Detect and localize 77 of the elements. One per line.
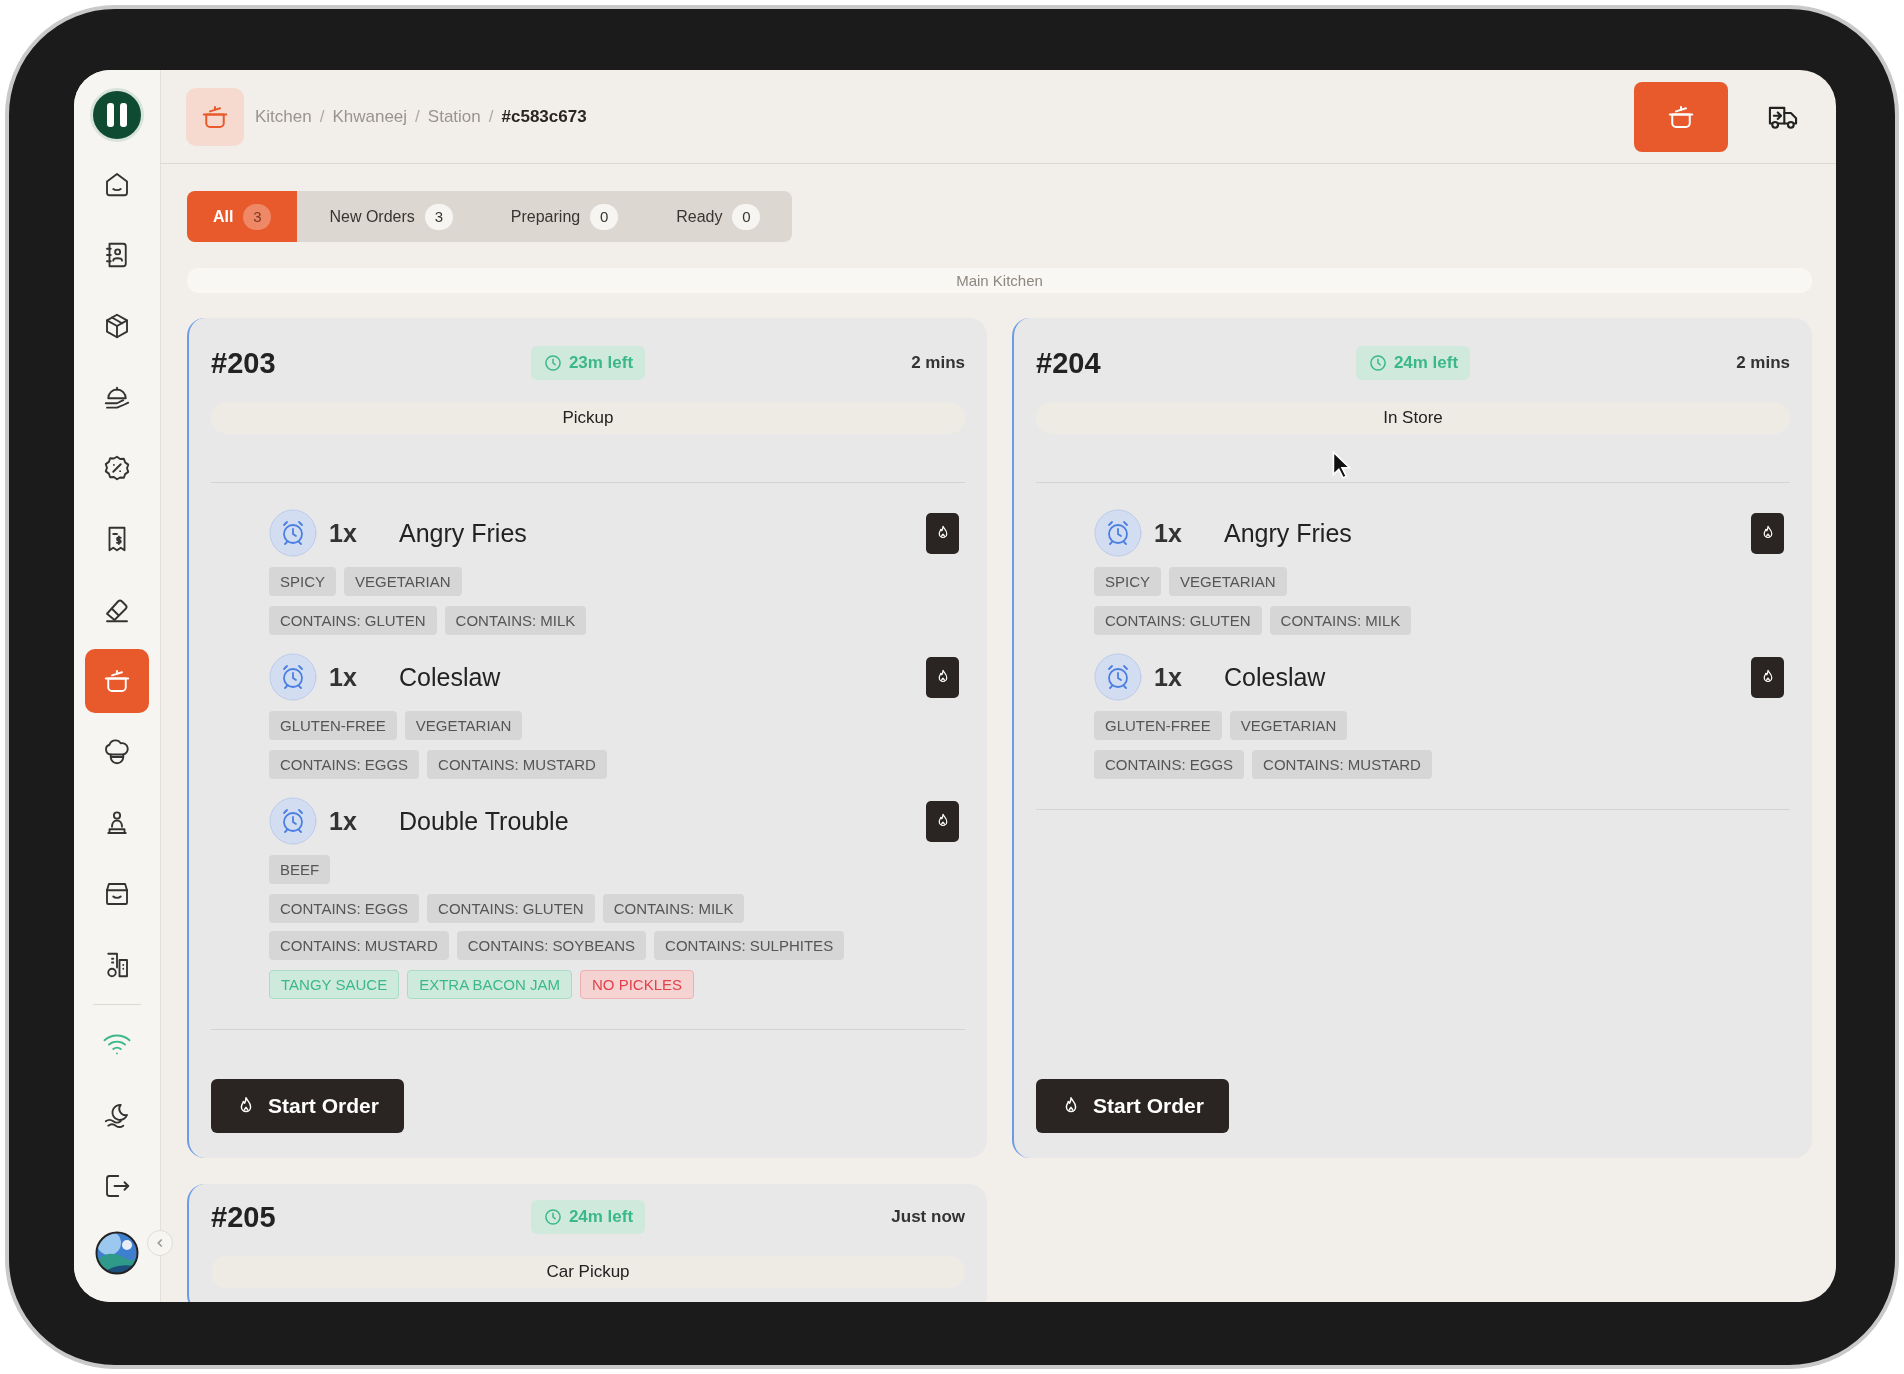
fire-button[interactable] [926,800,959,842]
section-header: Main Kitchen [187,268,1812,293]
allergen-tag: CONTAINS: MUSTARD [427,750,607,779]
item-name: Coleslaw [1224,662,1327,692]
item-quantity: 1x [329,518,358,548]
diet-tag: VEGETARIAN [344,567,462,596]
order-age: Just now [891,1207,965,1227]
service-type-label: Pickup [211,402,965,434]
diet-tag: VEGETARIAN [1169,567,1287,596]
fire-button[interactable] [1751,656,1784,698]
item-quantity: 1x [1154,518,1183,548]
diet-tag: GLUTEN-FREE [1094,711,1222,740]
diet-tag: VEGETARIAN [1229,711,1348,740]
item-quantity: 1x [329,662,358,692]
diet-tag: SPICY [269,567,336,596]
alarm-clock-icon [269,509,317,557]
diet-tag: BEEF [269,855,331,884]
time-left-badge: 24m left [530,1200,646,1234]
filter-tab[interactable]: Ready 0 [650,191,787,242]
allergen-tag: CONTAINS: EGGS [269,894,420,923]
allergen-tag: CONTAINS: EGGS [269,750,420,779]
breadcrumb-current: #c583c673 [501,106,587,127]
fire-button[interactable] [926,656,959,698]
filter-tab[interactable]: All 3 [187,191,298,242]
item-name: Coleslaw [399,662,502,692]
breadcrumb-separator: / [488,106,494,127]
alarm-clock-icon [269,653,317,701]
modifier-tag: NO PICKLES [580,970,695,999]
logo-icon [93,91,141,139]
allergen-tag: CONTAINS: EGGS [1094,750,1245,779]
allergen-tag: CONTAINS: MILK [444,606,587,635]
kitchen-button[interactable] [1634,81,1728,152]
allergen-tag: CONTAINS: SOYBEANS [456,931,647,960]
allergen-tag: CONTAINS: MILK [1269,606,1412,635]
alarm-clock-icon [1094,653,1142,701]
modifier-tag: EXTRA BACON JAM [407,970,572,999]
start-order-button[interactable]: Start Order [211,1079,404,1133]
alarm-clock-icon [1094,509,1142,557]
allergen-tag: CONTAINS: GLUTEN [1094,606,1262,635]
time-left-badge: 24m left [1355,346,1471,380]
order-number: #203 [211,346,277,380]
filter-tab[interactable]: New Orders 3 [303,191,479,242]
chef-hat-icon [102,737,132,767]
allergen-tag: CONTAINS: GLUTEN [269,606,437,635]
service-type-label: In Store [1036,402,1790,434]
item-name: Double Trouble [399,806,570,836]
item-name: Angry Fries [399,518,528,548]
allergen-tag: CONTAINS: MUSTARD [269,931,449,960]
pot-button[interactable] [186,87,244,146]
service-type-label: Car Pickup [211,1256,965,1288]
pointer-icon [1331,450,1353,480]
start-order-button[interactable]: Start Order [1036,1079,1229,1133]
diet-tag: SPICY [1094,567,1161,596]
order-number: #205 [211,1200,277,1234]
allergen-tag: CONTAINS: MUSTARD [1252,750,1432,779]
alarm-clock-icon [269,797,317,845]
allergen-tag: CONTAINS: SULPHITES [654,931,845,960]
fire-button[interactable] [1751,512,1784,554]
time-left-badge: 23m left [530,346,646,380]
diet-tag: VEGETARIAN [404,711,523,740]
allergen-tag: CONTAINS: GLUTEN [427,894,595,923]
breadcrumb-separator: / [415,106,420,127]
breadcrumb-separator: / [319,106,325,127]
item-quantity: 1x [1154,662,1183,692]
item-name: Angry Fries [1224,518,1353,548]
order-age: 2 mins [911,353,965,373]
discount-icon [102,453,132,483]
filter-tab[interactable]: Preparing 0 [484,191,645,242]
order-number: #204 [1036,346,1102,380]
modifier-tag: TANGY SAUCE [269,970,400,999]
allergen-tag: CONTAINS: MILK [602,894,745,923]
item-quantity: 1x [329,806,358,836]
avatar[interactable] [95,1231,139,1275]
fire-button[interactable] [926,512,959,554]
order-age: 2 mins [1736,353,1790,373]
pot-button[interactable] [85,649,149,713]
diet-tag: GLUTEN-FREE [269,711,397,740]
